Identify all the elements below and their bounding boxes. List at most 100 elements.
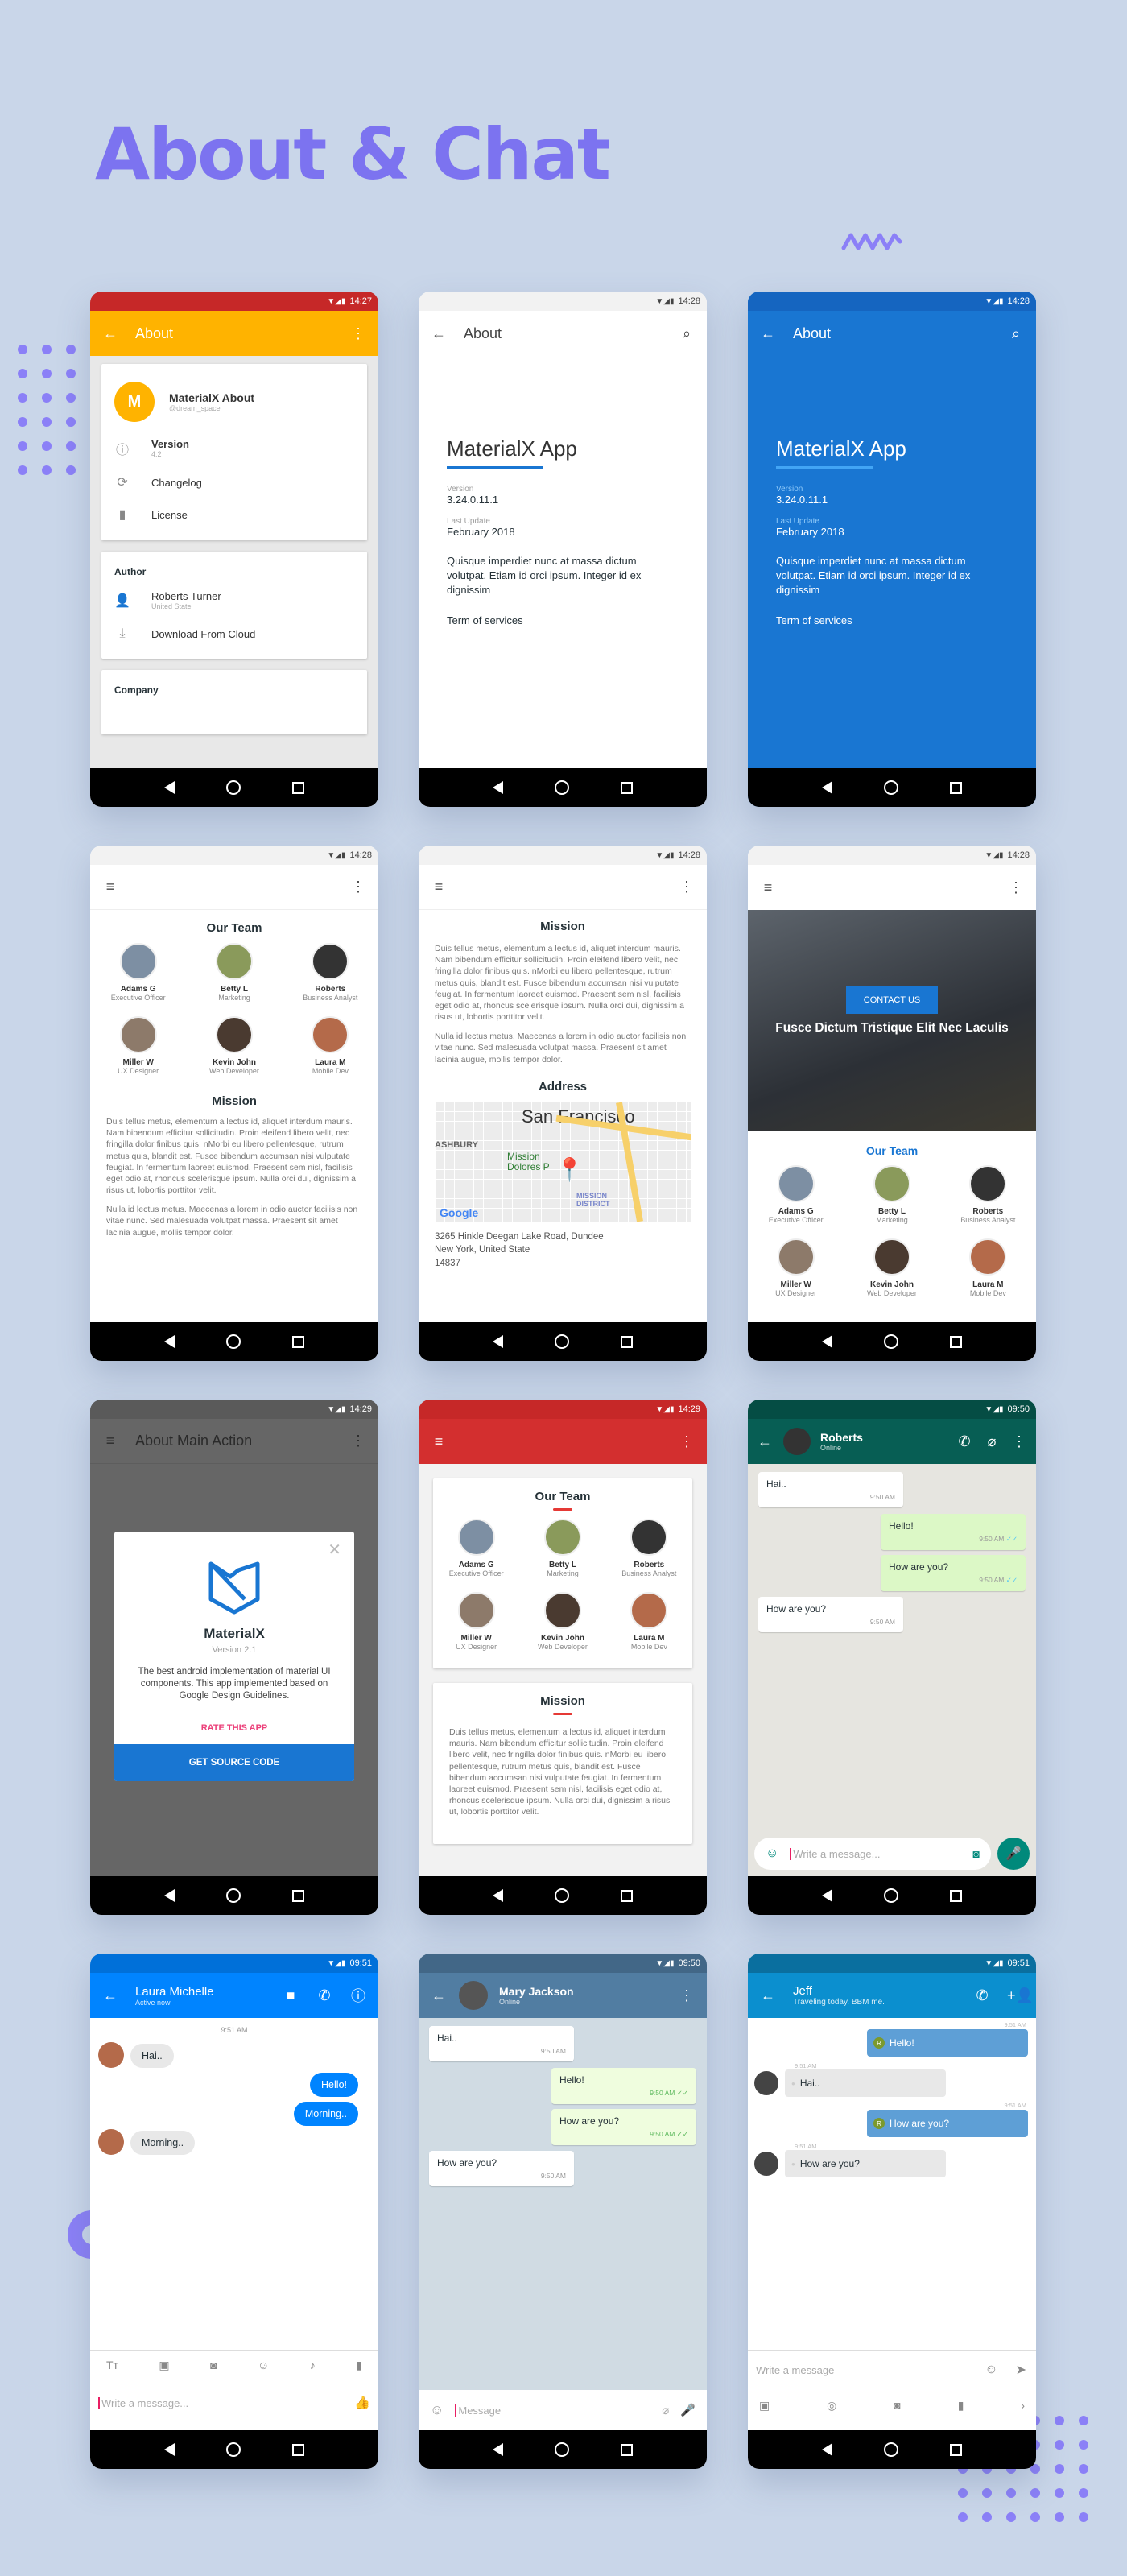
recents-nav-icon[interactable] [621, 1335, 633, 1348]
phone-icon[interactable]: ✆ [973, 1987, 991, 2004]
license-row[interactable]: ▮ License [114, 498, 354, 531]
more-vert-icon[interactable]: ⋮ [678, 1433, 696, 1450]
menu-icon[interactable]: ≡ [430, 1433, 448, 1450]
camera-icon[interactable]: ◙ [210, 2359, 217, 2372]
menu-icon[interactable]: ≡ [759, 879, 777, 896]
mic-icon[interactable]: ♪ [310, 2359, 316, 2372]
back-nav-icon[interactable] [822, 2443, 832, 2456]
image-icon[interactable]: ▣ [159, 2359, 169, 2372]
back-arrow-icon[interactable]: ← [759, 1987, 777, 2004]
more-vert-icon[interactable]: ⋮ [349, 879, 367, 895]
add-person-icon[interactable]: +👤 [1007, 1987, 1034, 2004]
download-row[interactable]: ⤓ Download From Cloud [114, 618, 354, 649]
back-nav-icon[interactable] [822, 1335, 832, 1348]
team-member[interactable]: Miller W UX Designer [748, 1238, 844, 1297]
more-vert-icon[interactable]: ⋮ [1010, 1433, 1028, 1450]
menu-icon[interactable]: ≡ [430, 879, 448, 895]
team-member[interactable]: Roberts Business Analyst [283, 943, 378, 1002]
back-nav-icon[interactable] [493, 1335, 503, 1348]
recents-nav-icon[interactable] [292, 2443, 304, 2456]
home-nav-icon[interactable] [226, 1334, 241, 1349]
terms-link[interactable]: Term of services [447, 614, 679, 626]
more-vert-icon[interactable]: ⋮ [349, 1433, 367, 1449]
recents-nav-icon[interactable] [292, 1889, 304, 1902]
team-member[interactable]: Adams G Executive Officer [433, 1519, 519, 1577]
home-nav-icon[interactable] [884, 1888, 898, 1903]
home-nav-icon[interactable] [884, 1334, 898, 1349]
team-member[interactable]: Laura M Mobile Dev [606, 1592, 692, 1651]
team-member[interactable]: Miller W UX Designer [433, 1592, 519, 1651]
emoji-icon[interactable]: ☺ [985, 2363, 997, 2377]
mic-icon[interactable]: 🎤 [680, 2403, 696, 2417]
text-format-icon[interactable]: Tт [106, 2359, 118, 2372]
message-input[interactable]: Message [455, 2404, 650, 2417]
home-nav-icon[interactable] [226, 780, 241, 795]
back-nav-icon[interactable] [493, 781, 503, 794]
team-member[interactable]: Kevin John Web Developer [186, 1016, 282, 1075]
recents-nav-icon[interactable] [950, 1889, 962, 1902]
team-member[interactable]: Kevin John Web Developer [519, 1592, 605, 1651]
menu-icon[interactable]: ≡ [101, 879, 119, 895]
back-nav-icon[interactable] [493, 1889, 503, 1902]
emoji-icon[interactable]: ☺ [430, 2402, 444, 2418]
emoji-icon[interactable]: ☺ [766, 1846, 778, 1861]
changelog-row[interactable]: ⟳ Changelog [114, 466, 354, 498]
map[interactable]: San Francisco ASHBURY Mission Dolores P … [435, 1101, 691, 1222]
camera-icon[interactable]: ◙ [973, 1847, 980, 1860]
phone-icon[interactable]: ✆ [956, 1433, 973, 1450]
team-member[interactable]: Betty L Marketing [519, 1519, 605, 1577]
team-member[interactable]: Adams G Executive Officer [748, 1165, 844, 1224]
video-call-icon[interactable]: ■ [282, 1987, 299, 2004]
team-member[interactable]: Laura M Mobile Dev [283, 1016, 378, 1075]
recents-nav-icon[interactable] [950, 2443, 962, 2456]
more-vert-icon[interactable]: ⋮ [678, 1987, 696, 2004]
back-arrow-icon[interactable]: ← [430, 325, 448, 342]
back-arrow-icon[interactable]: ← [430, 1987, 448, 2004]
info-icon[interactable]: ⓘ [349, 1985, 367, 2006]
image-icon[interactable]: ▣ [759, 2399, 770, 2413]
back-nav-icon[interactable] [164, 781, 175, 794]
home-nav-icon[interactable] [226, 1888, 241, 1903]
more-vert-icon[interactable]: ⋮ [349, 325, 367, 342]
team-member[interactable]: Adams G Executive Officer [90, 943, 186, 1002]
message-input[interactable]: Write a message [756, 2364, 967, 2376]
attach-icon[interactable]: ⌀ [983, 1433, 1001, 1450]
home-nav-icon[interactable] [555, 2442, 569, 2457]
home-nav-icon[interactable] [555, 1888, 569, 1903]
message-input[interactable]: Write a message... [98, 2396, 354, 2409]
mic-button[interactable]: 🎤 [997, 1838, 1030, 1870]
more-vert-icon[interactable]: ⋮ [678, 879, 696, 895]
author-row[interactable]: 👤 Roberts Turner United State [114, 582, 354, 618]
team-member[interactable]: Betty L Marketing [844, 1165, 939, 1224]
contact-avatar[interactable] [459, 1981, 488, 2010]
home-nav-icon[interactable] [884, 780, 898, 795]
recents-nav-icon[interactable] [292, 1335, 304, 1348]
search-icon[interactable]: ⌕ [678, 325, 696, 342]
location-icon[interactable]: ◎ [827, 2399, 836, 2413]
team-member[interactable]: Roberts Business Analyst [606, 1519, 692, 1577]
emoji-icon[interactable]: ☺ [258, 2359, 269, 2372]
home-nav-icon[interactable] [555, 780, 569, 795]
team-member[interactable]: Laura M Mobile Dev [940, 1238, 1036, 1297]
back-nav-icon[interactable] [822, 781, 832, 794]
terms-link[interactable]: Term of services [776, 614, 1008, 626]
back-arrow-icon[interactable]: ← [101, 1987, 119, 2004]
get-source-code-button[interactable]: GET SOURCE CODE [114, 1743, 354, 1781]
recents-nav-icon[interactable] [292, 781, 304, 794]
contact-us-button[interactable]: CONTACT US [845, 986, 939, 1014]
back-nav-icon[interactable] [822, 1889, 832, 1902]
search-icon[interactable]: ⌕ [1007, 325, 1025, 342]
team-member[interactable]: Kevin John Web Developer [844, 1238, 939, 1297]
home-nav-icon[interactable] [884, 2442, 898, 2457]
close-icon[interactable]: ✕ [328, 1540, 341, 1560]
back-arrow-icon[interactable]: ← [759, 325, 777, 342]
recents-nav-icon[interactable] [950, 1335, 962, 1348]
recents-nav-icon[interactable] [621, 1889, 633, 1902]
message-input[interactable]: Write a message... [790, 1847, 961, 1860]
team-member[interactable]: Betty L Marketing [186, 943, 282, 1002]
attach-icon[interactable]: ⌀ [662, 2403, 669, 2417]
file-icon[interactable]: ▮ [356, 2359, 362, 2372]
recents-nav-icon[interactable] [621, 2443, 633, 2456]
back-nav-icon[interactable] [164, 2443, 175, 2456]
file-icon[interactable]: ▮ [958, 2399, 964, 2413]
